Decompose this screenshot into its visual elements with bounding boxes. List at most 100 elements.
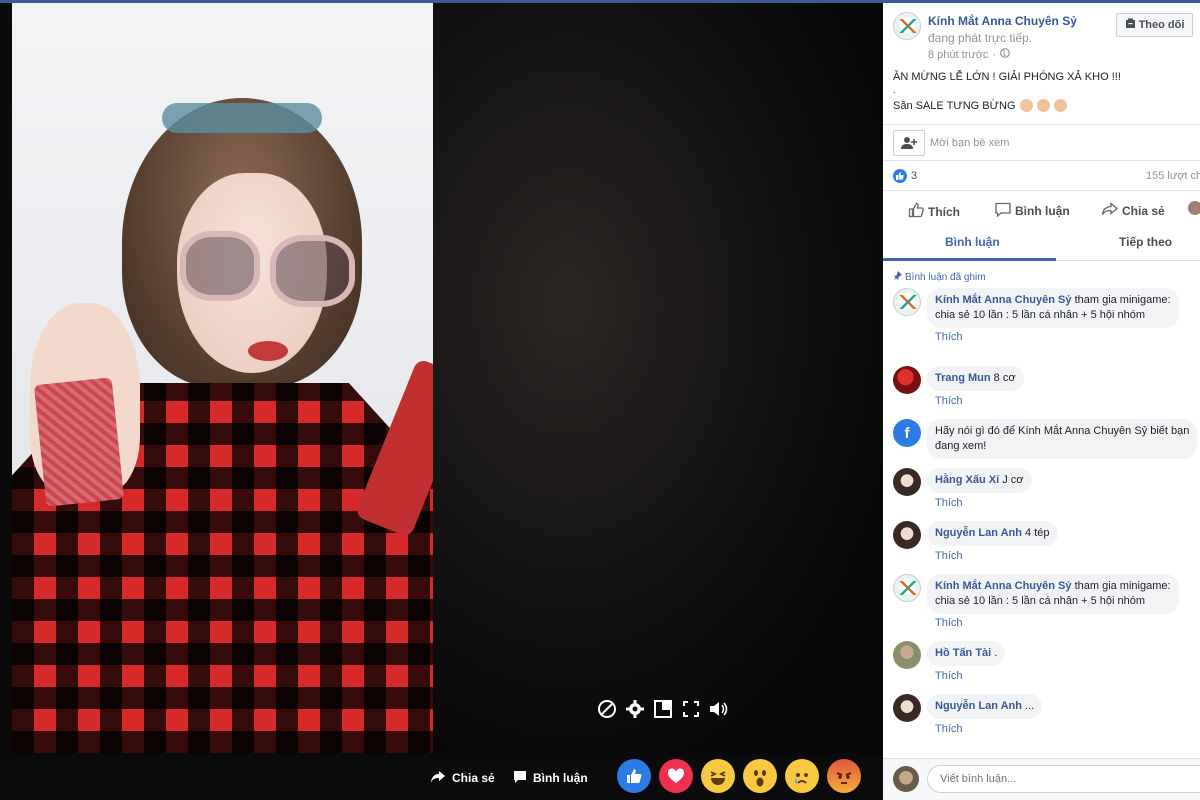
comment-text-line2: chia sẻ 10 lần : 5 lần cá nhân + 5 hội n… bbox=[935, 309, 1146, 321]
comment-bubble: Nguyễn Lan Anh 4 tép bbox=[927, 521, 1058, 546]
commenter-name[interactable]: Nguyễn Lan Anh bbox=[935, 527, 1022, 539]
streamer-lips bbox=[248, 341, 288, 361]
comment-text: tham gia minigame: bbox=[1074, 294, 1171, 306]
post-text-line2-label: Săn SALE TƯNG BỪNG bbox=[893, 99, 1016, 112]
comment-bubble: Nguyễn Lan Anh ... bbox=[927, 694, 1043, 719]
share-button[interactable]: Chia sẻ bbox=[1101, 202, 1165, 219]
commenter-avatar[interactable] bbox=[893, 641, 921, 669]
invite-friends-label: Mời bạn bè xem bbox=[930, 137, 1010, 149]
time-ago[interactable]: 8 phút trước bbox=[928, 49, 988, 61]
like-button[interactable]: Thích bbox=[908, 202, 960, 221]
invite-friends-row[interactable]: Mời bạn bè xem bbox=[883, 125, 1200, 161]
pin-icon bbox=[893, 271, 902, 283]
video-share-button[interactable]: Chia sẻ bbox=[430, 767, 495, 789]
tab-up-next[interactable]: Tiếp theo bbox=[1119, 235, 1172, 249]
comment-bubble: Hằng Xấu Xí J cơ bbox=[927, 468, 1032, 493]
post-actions: Thích Bình luận Chia sẻ bbox=[883, 191, 1200, 229]
like-count[interactable]: 3 bbox=[911, 170, 917, 182]
reaction-like-icon[interactable] bbox=[617, 759, 651, 793]
comment-bubble: Trang Mun 8 cơ bbox=[927, 366, 1024, 391]
playing-card bbox=[33, 377, 125, 507]
clap-emoji-icon bbox=[1053, 99, 1067, 112]
comment-like-link[interactable]: Thích bbox=[935, 617, 963, 629]
reactions-bar bbox=[617, 759, 861, 793]
tab-comments[interactable]: Bình luận bbox=[945, 235, 1000, 249]
comment-bubble: Kính Mắt Anna Chuyên Sỷ tham gia minigam… bbox=[927, 288, 1179, 328]
page-avatar[interactable] bbox=[893, 12, 921, 40]
comment-tabs: Bình luận Tiếp theo bbox=[883, 229, 1200, 261]
comment-text: J cơ bbox=[1002, 474, 1024, 486]
live-video-viewer: Chia sẻ Bình luận Kính Mắt Anna Chuyên S… bbox=[0, 0, 1200, 800]
prompt-bubble: Hãy nói gì đó để Kính Mắt Anna Chuyên Sỷ… bbox=[927, 419, 1198, 459]
share-arrow-icon bbox=[430, 770, 446, 787]
share-label: Chia sẻ bbox=[1122, 203, 1165, 218]
view-count: 155 lượt chi bbox=[1146, 170, 1200, 182]
comment-text: ... bbox=[1025, 700, 1035, 712]
comment-like-link[interactable]: Thích bbox=[935, 395, 963, 407]
commenter-name[interactable]: Hằng Xấu Xí bbox=[935, 474, 999, 486]
commenter-avatar[interactable] bbox=[893, 468, 921, 496]
follow-button[interactable]: Theo dõi bbox=[1116, 13, 1193, 37]
video-comment-button[interactable]: Bình luận bbox=[513, 767, 588, 789]
comment-composer bbox=[883, 758, 1200, 800]
commenter-avatar[interactable] bbox=[893, 288, 921, 316]
commenter-name[interactable]: Kính Mắt Anna Chuyên Sỷ bbox=[935, 580, 1072, 592]
pinned-comment-label: Bình luận đã ghim bbox=[893, 271, 986, 283]
sunglass-right-lens bbox=[270, 235, 355, 307]
fullscreen-icon[interactable] bbox=[680, 698, 702, 720]
follow-icon bbox=[1125, 18, 1136, 32]
comment-text: 4 tép bbox=[1025, 527, 1050, 539]
picture-in-picture-icon[interactable] bbox=[652, 698, 674, 720]
separator-dot: · bbox=[992, 48, 997, 61]
video-area[interactable]: Chia sẻ Bình luận bbox=[0, 3, 883, 800]
commenter-avatar[interactable] bbox=[893, 366, 921, 394]
commenter-name[interactable]: Nguyễn Lan Anh bbox=[935, 700, 1022, 712]
comments-panel: Kính Mắt Anna Chuyên Sỷ đang phát trực t… bbox=[883, 3, 1200, 800]
share-as-avatar[interactable] bbox=[1188, 201, 1200, 215]
active-tab-indicator bbox=[883, 258, 1056, 261]
video-bottom-bar: Chia sẻ Bình luận bbox=[0, 755, 883, 800]
comment-bubble: Hồ Tấn Tài . bbox=[927, 641, 1006, 666]
comment-like-link[interactable]: Thích bbox=[935, 550, 963, 562]
page-name-link[interactable]: Kính Mắt Anna Chuyên Sỷ bbox=[928, 14, 1077, 28]
reaction-sad-icon[interactable] bbox=[785, 759, 819, 793]
prompt-text: Hãy nói gì đó để Kính Mắt Anna Chuyên Sỷ… bbox=[935, 425, 1190, 437]
globe-icon bbox=[1000, 48, 1011, 61]
comment-like-link[interactable]: Thích bbox=[935, 331, 963, 343]
commenter-name[interactable]: Hồ Tấn Tài bbox=[935, 647, 991, 659]
reaction-wow-icon[interactable] bbox=[743, 759, 777, 793]
post-text-line1: ĂN MỪNG LỄ LỚN ! GIẢI PHÓNG XẢ KHO !!! bbox=[893, 71, 1121, 83]
comment-text-line2: chia sẻ 10 lần : 5 lần cá nhân + 5 hội n… bbox=[935, 595, 1146, 607]
comment-like-link[interactable]: Thích bbox=[935, 497, 963, 509]
comment-like-link[interactable]: Thích bbox=[935, 723, 963, 735]
streamer-head-sunglasses bbox=[162, 103, 322, 133]
video-frame[interactable] bbox=[12, 3, 433, 753]
volume-icon[interactable] bbox=[708, 698, 730, 720]
commenter-avatar[interactable] bbox=[893, 694, 921, 722]
comment-bubble-icon bbox=[513, 770, 527, 787]
commenter-avatar[interactable] bbox=[893, 521, 921, 549]
commenter-name[interactable]: Trang Mun bbox=[935, 372, 991, 384]
gear-icon[interactable] bbox=[624, 698, 646, 720]
comment-label: Bình luận bbox=[1015, 204, 1070, 218]
no-subtitle-icon[interactable] bbox=[596, 698, 618, 720]
thumbs-up-icon bbox=[908, 202, 924, 221]
commenter-name[interactable]: Kính Mắt Anna Chuyên Sỷ bbox=[935, 294, 1072, 306]
clap-emoji-icon bbox=[1019, 99, 1033, 112]
comment-text: tham gia minigame: bbox=[1074, 580, 1171, 592]
reaction-love-icon[interactable] bbox=[659, 759, 693, 793]
commenter-avatar[interactable] bbox=[893, 574, 921, 602]
comment-input[interactable] bbox=[927, 765, 1200, 793]
comment-like-link[interactable]: Thích bbox=[935, 670, 963, 682]
add-friend-icon[interactable] bbox=[893, 130, 925, 156]
post-text-line2: Săn SALE TƯNG BỪNG bbox=[893, 99, 1067, 112]
comment-button[interactable]: Bình luận bbox=[995, 202, 1070, 220]
like-reaction-icon bbox=[893, 169, 907, 183]
reaction-angry-icon[interactable] bbox=[827, 759, 861, 793]
share-icon bbox=[1101, 202, 1119, 219]
video-blur-background bbox=[432, 3, 883, 753]
video-comment-label: Bình luận bbox=[533, 771, 588, 785]
pinned-label-text: Bình luận đã ghim bbox=[905, 271, 986, 283]
sunglass-left-lens bbox=[180, 231, 260, 301]
reaction-haha-icon[interactable] bbox=[701, 759, 735, 793]
